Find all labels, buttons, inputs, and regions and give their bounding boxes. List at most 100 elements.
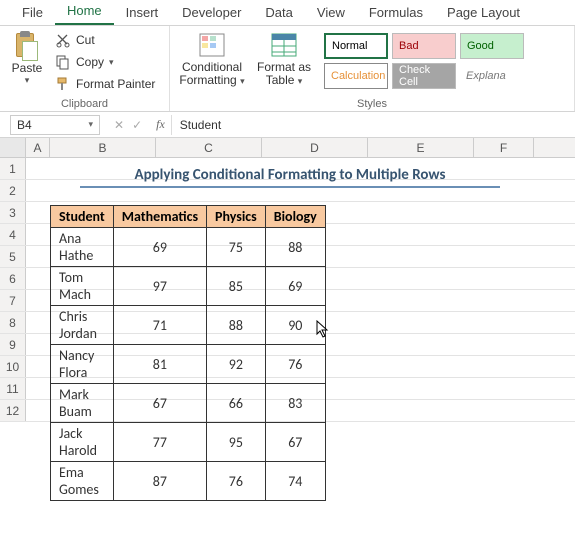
cell-student[interactable]: Jack Harold	[51, 423, 114, 462]
formula-bar-row: B4 ▾ ✕ ✓ fx Student	[0, 112, 575, 138]
col-header-f[interactable]: F	[474, 138, 534, 157]
cell-math[interactable]: 67	[113, 384, 206, 423]
tab-pagelayout[interactable]: Page Layout	[435, 1, 532, 25]
table-row: Jack Harold779567	[51, 423, 326, 462]
cell-phys[interactable]: 92	[207, 345, 266, 384]
th-physics[interactable]: Physics	[207, 206, 266, 228]
cell-bio[interactable]: 90	[265, 306, 325, 345]
tab-data[interactable]: Data	[253, 1, 304, 25]
cell-bio[interactable]: 83	[265, 384, 325, 423]
cell-student[interactable]: Chris Jordan	[51, 306, 114, 345]
format-as-table-icon	[269, 31, 299, 59]
cell-bio[interactable]: 88	[265, 228, 325, 267]
sheet-title: Applying Conditional Formatting to Multi…	[80, 166, 500, 188]
col-header-c[interactable]: C	[156, 138, 262, 157]
column-headers: A B C D E F	[0, 138, 575, 158]
chevron-down-icon[interactable]: ▾	[25, 75, 30, 86]
cell-student[interactable]: Tom Mach	[51, 267, 114, 306]
chevron-down-icon[interactable]: ▾	[109, 57, 114, 68]
cell-math[interactable]: 71	[113, 306, 206, 345]
th-mathematics[interactable]: Mathematics	[113, 206, 206, 228]
th-biology[interactable]: Biology	[265, 206, 325, 228]
row-header[interactable]: 3	[0, 202, 26, 223]
cell-student[interactable]: Ana Hathe	[51, 228, 114, 267]
chevron-down-icon[interactable]: ▾	[240, 76, 245, 86]
style-gallery: Normal Bad Good Calculation Check Cell E…	[320, 29, 568, 95]
col-header-a[interactable]: A	[26, 138, 50, 157]
row-header[interactable]: 5	[0, 246, 26, 267]
style-check-cell[interactable]: Check Cell	[392, 63, 456, 89]
table-row: Mark Buam676683	[51, 384, 326, 423]
table-row: Nancy Flora819276	[51, 345, 326, 384]
style-bad[interactable]: Bad	[392, 33, 456, 59]
styles-group: Conditional Formatting ▾ Format as Table…	[170, 26, 575, 111]
col-header-e[interactable]: E	[368, 138, 474, 157]
row-header[interactable]: 9	[0, 334, 26, 355]
row-header[interactable]: 2	[0, 180, 26, 201]
format-painter-button[interactable]: Format Painter	[52, 75, 158, 93]
cell-phys[interactable]: 75	[207, 228, 266, 267]
tab-home[interactable]: Home	[55, 0, 114, 25]
name-box[interactable]: B4 ▾	[10, 115, 100, 135]
chevron-down-icon[interactable]: ▾	[298, 76, 303, 86]
cut-button[interactable]: Cut	[52, 31, 158, 49]
table-row: Chris Jordan718890	[51, 306, 326, 345]
row-header[interactable]: 6	[0, 268, 26, 289]
cell-student[interactable]: Mark Buam	[51, 384, 114, 423]
formula-bar[interactable]: Student	[171, 115, 575, 135]
cell-math[interactable]: 77	[113, 423, 206, 462]
copy-button[interactable]: Copy ▾	[52, 53, 158, 71]
tab-developer[interactable]: Developer	[170, 1, 253, 25]
cell-math[interactable]: 81	[113, 345, 206, 384]
paste-label: Paste	[12, 61, 43, 75]
row-header[interactable]: 7	[0, 290, 26, 311]
cell-phys[interactable]: 85	[207, 267, 266, 306]
cell-bio[interactable]: 76	[265, 345, 325, 384]
row-header[interactable]: 10	[0, 356, 26, 377]
paste-button[interactable]: Paste ▾	[6, 29, 48, 95]
cell-phys[interactable]: 88	[207, 306, 266, 345]
format-as-table-label: Format as Table	[257, 60, 311, 87]
copy-icon	[55, 54, 71, 70]
col-header-b[interactable]: B	[50, 138, 156, 157]
row-header[interactable]: 11	[0, 378, 26, 399]
cancel-icon[interactable]: ✕	[114, 118, 124, 132]
styles-group-label: Styles	[176, 97, 568, 110]
formula-bar-value: Student	[180, 118, 221, 132]
th-student[interactable]: Student	[51, 206, 114, 228]
format-as-table-button[interactable]: Format as Table ▾	[248, 29, 320, 95]
chevron-down-icon[interactable]: ▾	[88, 119, 93, 130]
cell-bio[interactable]: 67	[265, 423, 325, 462]
cell-student[interactable]: Nancy Flora	[51, 345, 114, 384]
cell-math[interactable]: 87	[113, 462, 206, 501]
format-painter-label: Format Painter	[76, 77, 155, 91]
cell-phys[interactable]: 76	[207, 462, 266, 501]
enter-icon[interactable]: ✓	[132, 118, 142, 132]
style-good[interactable]: Good	[460, 33, 524, 59]
cell-bio[interactable]: 69	[265, 267, 325, 306]
conditional-formatting-button[interactable]: Conditional Formatting ▾	[176, 29, 248, 95]
style-normal[interactable]: Normal	[324, 33, 388, 59]
scissors-icon	[55, 32, 71, 48]
row-header[interactable]: 8	[0, 312, 26, 333]
row-header[interactable]: 12	[0, 400, 26, 421]
col-header-d[interactable]: D	[262, 138, 368, 157]
row-header[interactable]: 1	[0, 158, 26, 179]
cell-math[interactable]: 97	[113, 267, 206, 306]
cell-phys[interactable]: 95	[207, 423, 266, 462]
tab-view[interactable]: View	[305, 1, 357, 25]
cell-phys[interactable]: 66	[207, 384, 266, 423]
cell-student[interactable]: Ema Gomes	[51, 462, 114, 501]
tab-insert[interactable]: Insert	[114, 1, 171, 25]
cell-bio[interactable]: 74	[265, 462, 325, 501]
cell-math[interactable]: 69	[113, 228, 206, 267]
row-header[interactable]: 4	[0, 224, 26, 245]
ribbon-content: Paste ▾ Cut Copy ▾ Format Painter C	[0, 26, 575, 112]
style-calculation[interactable]: Calculation	[324, 63, 388, 89]
tab-file[interactable]: File	[10, 1, 55, 25]
select-all-corner[interactable]	[0, 138, 26, 157]
style-explanatory[interactable]: Explana	[460, 63, 524, 89]
paste-icon	[14, 31, 40, 61]
tab-formulas[interactable]: Formulas	[357, 1, 435, 25]
fx-icon[interactable]: fx	[150, 117, 171, 132]
